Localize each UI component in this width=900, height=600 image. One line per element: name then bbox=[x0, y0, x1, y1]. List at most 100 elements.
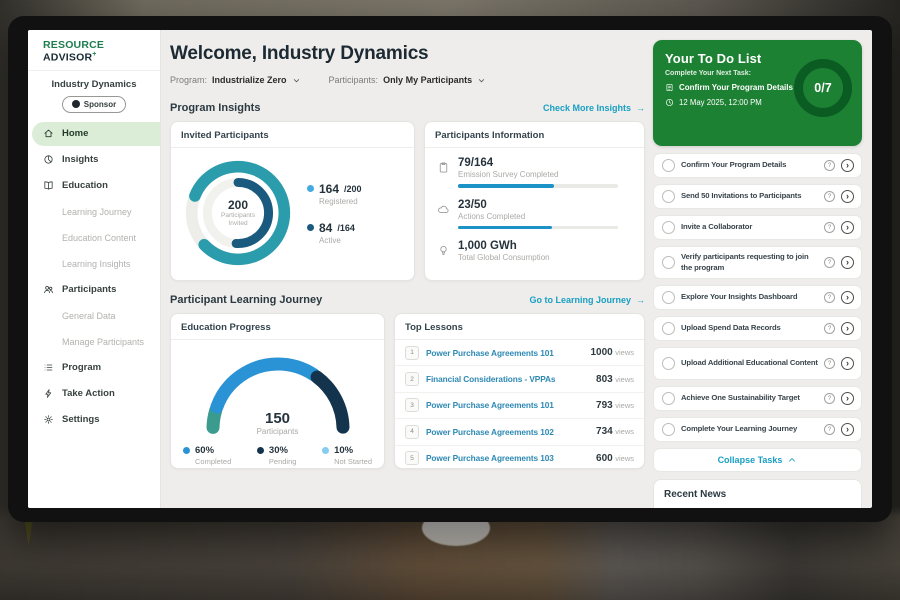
sidebar-item-settings[interactable]: Settings bbox=[28, 408, 160, 432]
task-checkbox[interactable] bbox=[662, 159, 675, 172]
task-verify-participants[interactable]: Verify participants requesting to join t… bbox=[653, 246, 862, 279]
progress-bar bbox=[458, 226, 618, 230]
todo-summary-card: Your To Do List Complete Your Next Task:… bbox=[653, 40, 862, 146]
participants-filter[interactable]: Participants: Only My Participants bbox=[329, 75, 487, 85]
task-upload-spend-data[interactable]: Upload Spend Data Records ? › bbox=[653, 316, 862, 341]
sidebar-item-learning-journey[interactable]: Learning Journey bbox=[28, 200, 160, 224]
logo-secondary: ADVISOR bbox=[43, 52, 92, 64]
task-chevron-icon[interactable]: › bbox=[841, 392, 854, 405]
logo-primary: RESOURCE bbox=[43, 39, 104, 51]
help-icon: ? bbox=[824, 292, 835, 303]
invited-total: 200 bbox=[228, 198, 248, 212]
rank-badge: 4 bbox=[405, 425, 419, 439]
legend-dot bbox=[183, 447, 190, 454]
legend-not-started: 10% Not Started bbox=[322, 445, 372, 466]
sponsor-badge[interactable]: Sponsor bbox=[62, 96, 126, 113]
insights-icon bbox=[43, 154, 54, 165]
task-chevron-icon[interactable]: › bbox=[841, 159, 854, 172]
task-checkbox[interactable] bbox=[662, 322, 675, 335]
task-checkbox[interactable] bbox=[662, 357, 675, 370]
rank-badge: 3 bbox=[405, 398, 419, 412]
sidebar-item-manage-participants[interactable]: Manage Participants bbox=[28, 330, 160, 354]
task-checkbox[interactable] bbox=[662, 256, 675, 269]
next-task: Confirm Your Program Details bbox=[679, 83, 793, 92]
task-chevron-icon[interactable]: › bbox=[841, 357, 854, 370]
lesson-link[interactable]: Power Purchase Agreements 103 bbox=[426, 453, 589, 463]
lesson-row: 3 Power Purchase Agreements 101 793 view… bbox=[395, 393, 644, 419]
legend-dot bbox=[307, 224, 314, 231]
monitor-bezel: RESOURCE ADVISOR+ Industry Dynamics Spon… bbox=[8, 16, 892, 522]
task-chevron-icon[interactable]: › bbox=[841, 190, 854, 203]
todo-title: Your To Do List bbox=[665, 51, 794, 66]
gauge-total: 150 bbox=[199, 410, 357, 427]
todo-progress-ring: 0/7 bbox=[794, 59, 852, 117]
sidebar-item-program[interactable]: Program bbox=[28, 356, 160, 380]
task-checkbox[interactable] bbox=[662, 190, 675, 203]
book-icon bbox=[43, 180, 54, 191]
chevron-down-icon bbox=[477, 76, 486, 85]
task-chevron-icon[interactable]: › bbox=[841, 423, 854, 436]
help-icon: ? bbox=[824, 257, 835, 268]
education-gauge-chart: 150 Participants bbox=[199, 350, 357, 436]
consumption-stat: 1,000 GWh Total Global Consumption bbox=[437, 240, 632, 262]
task-chevron-icon[interactable]: › bbox=[841, 322, 854, 335]
app-logo[interactable]: RESOURCE ADVISOR+ bbox=[28, 30, 160, 71]
task-achieve-target[interactable]: Achieve One Sustainability Target ? › bbox=[653, 386, 862, 411]
program-filter[interactable]: Program: Industrialize Zero bbox=[170, 75, 301, 85]
task-checkbox[interactable] bbox=[662, 423, 675, 436]
task-chevron-icon[interactable]: › bbox=[841, 221, 854, 234]
sidebar-item-participants[interactable]: Participants bbox=[28, 278, 160, 302]
chevron-down-icon bbox=[292, 76, 301, 85]
task-checkbox[interactable] bbox=[662, 221, 675, 234]
task-upload-educational-content[interactable]: Upload Additional Educational Content ? … bbox=[653, 347, 862, 380]
task-chevron-icon[interactable]: › bbox=[841, 291, 854, 304]
task-invite-collaborator[interactable]: Invite a Collaborator ? › bbox=[653, 215, 862, 240]
lesson-link[interactable]: Power Purchase Agreements 102 bbox=[426, 427, 589, 437]
task-checkbox[interactable] bbox=[662, 291, 675, 304]
help-icon: ? bbox=[824, 222, 835, 233]
collapse-tasks-link[interactable]: Collapse Tasks bbox=[653, 448, 862, 472]
sidebar-item-learning-insights[interactable]: Learning Insights bbox=[28, 252, 160, 276]
task-confirm-program[interactable]: Confirm Your Program Details ? › bbox=[653, 153, 862, 178]
card-title: Participants Information bbox=[425, 122, 644, 148]
sponsor-icon bbox=[72, 100, 80, 108]
help-icon: ? bbox=[824, 323, 835, 334]
chevron-up-icon bbox=[787, 455, 797, 465]
lightbulb-icon bbox=[437, 244, 450, 257]
legend-registered: 164/200 Registered bbox=[307, 182, 362, 206]
list-icon bbox=[43, 362, 54, 373]
main-content: Welcome, Industry Dynamics Program: Indu… bbox=[161, 30, 653, 508]
todo-task-list: Confirm Your Program Details ? › Send 50… bbox=[653, 153, 862, 442]
legend-dot bbox=[322, 447, 329, 454]
task-send-invitations[interactable]: Send 50 Invitations to Participants ? › bbox=[653, 184, 862, 209]
participants-icon bbox=[43, 284, 54, 295]
task-complete-learning-journey[interactable]: Complete Your Learning Journey ? › bbox=[653, 417, 862, 442]
clipboard-icon bbox=[437, 161, 450, 174]
legend-dot bbox=[257, 447, 264, 454]
dashboard-screen: RESOURCE ADVISOR+ Industry Dynamics Spon… bbox=[28, 30, 872, 508]
home-icon bbox=[43, 128, 54, 139]
lesson-row: 2 Financial Considerations - VPPAs 803 v… bbox=[395, 366, 644, 392]
recent-news-title: Recent News bbox=[664, 489, 726, 500]
task-chevron-icon[interactable]: › bbox=[841, 256, 854, 269]
sidebar-item-take-action[interactable]: Take Action bbox=[28, 382, 160, 406]
lesson-link[interactable]: Power Purchase Agreements 101 bbox=[426, 400, 589, 410]
help-icon: ? bbox=[824, 393, 835, 404]
progress-bar bbox=[458, 184, 618, 188]
legend-completed: 60% Completed bbox=[183, 445, 231, 466]
scene: RESOURCE ADVISOR+ Industry Dynamics Spon… bbox=[0, 0, 900, 600]
task-explore-insights[interactable]: Explore Your Insights Dashboard ? › bbox=[653, 285, 862, 310]
lesson-link[interactable]: Financial Considerations - VPPAs bbox=[426, 374, 589, 384]
top-lessons-card: Top Lessons 1 Power Purchase Agreements … bbox=[394, 313, 645, 469]
sidebar-item-insights[interactable]: Insights bbox=[28, 148, 160, 172]
help-icon: ? bbox=[824, 160, 835, 171]
bolt-icon bbox=[43, 388, 54, 399]
go-to-learning-journey-link[interactable]: Go to Learning Journey → bbox=[529, 295, 645, 305]
sidebar-item-home[interactable]: Home bbox=[32, 122, 160, 146]
sidebar-item-education-content[interactable]: Education Content bbox=[28, 226, 160, 250]
check-more-insights-link[interactable]: Check More Insights → bbox=[543, 103, 645, 113]
sidebar-item-education[interactable]: Education bbox=[28, 174, 160, 198]
task-checkbox[interactable] bbox=[662, 392, 675, 405]
lesson-link[interactable]: Power Purchase Agreements 101 bbox=[426, 348, 583, 358]
sidebar-item-general-data[interactable]: General Data bbox=[28, 304, 160, 328]
